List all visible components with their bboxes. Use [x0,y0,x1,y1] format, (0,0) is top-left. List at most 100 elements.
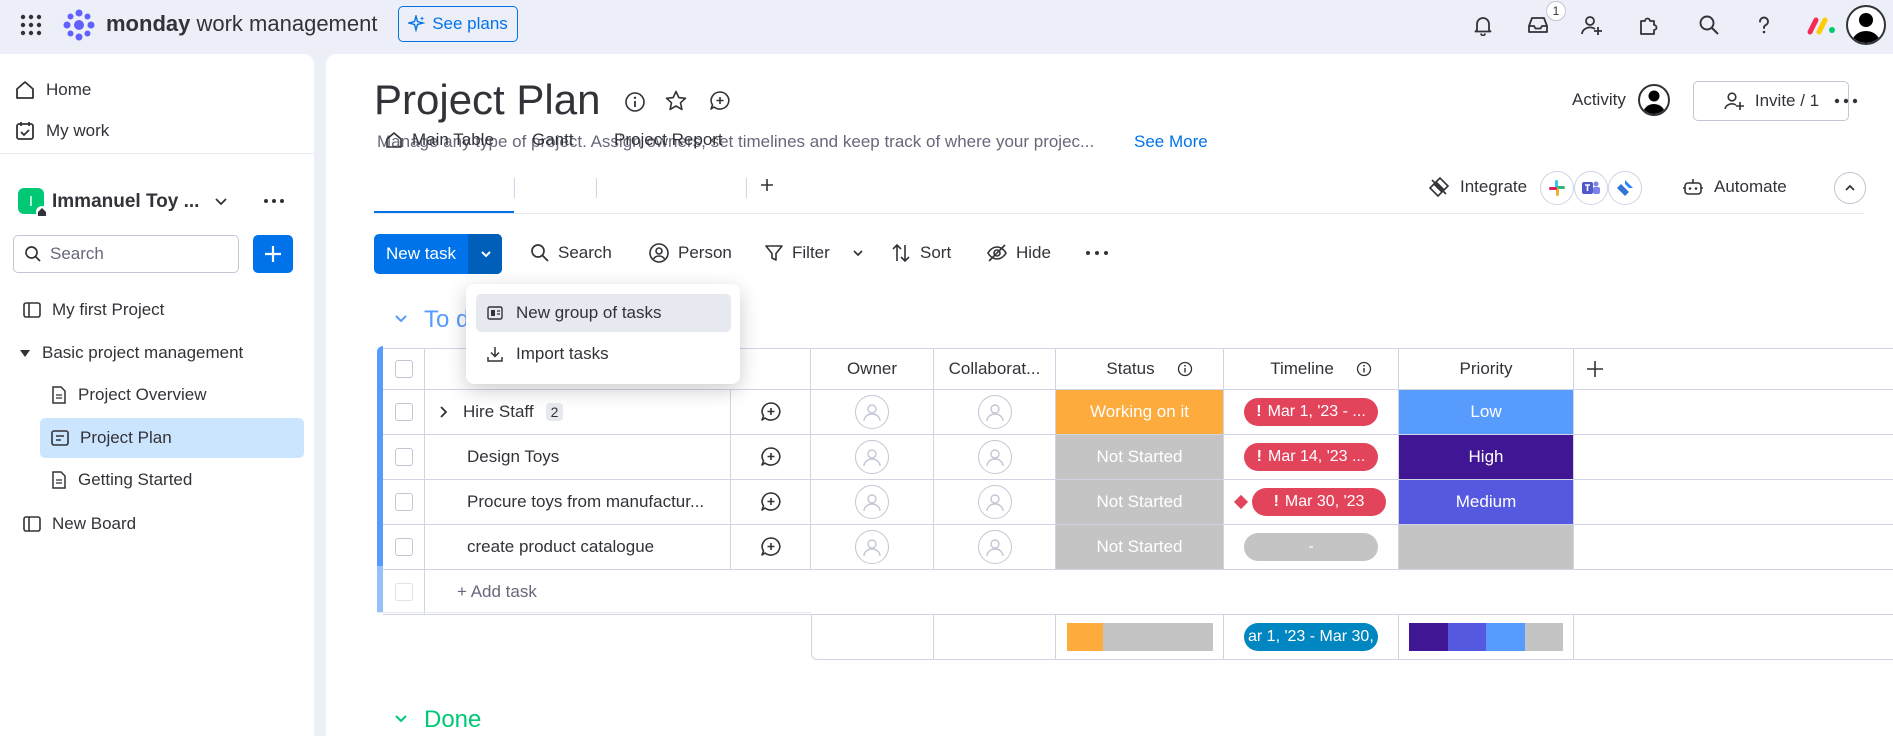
column-header-timeline[interactable]: Timeline [1224,348,1399,390]
filter-tool[interactable]: Filter [764,236,830,270]
workspace-chevron-down-icon[interactable] [212,192,230,210]
updates-cell[interactable] [730,435,811,480]
collaborators-cell[interactable] [934,390,1056,435]
updates-cell[interactable] [730,390,811,435]
sidebar-search-input[interactable]: Search [13,235,239,273]
activity-label[interactable]: Activity [1572,90,1626,110]
timeline-cell[interactable]: - [1224,525,1399,570]
info-icon[interactable] [1177,361,1193,377]
notifications-bell-icon[interactable] [1466,10,1500,40]
automate-label[interactable]: Automate [1714,177,1787,197]
row-checkbox[interactable] [394,538,413,556]
slack-icon[interactable] [1540,171,1574,205]
add-item-button[interactable] [253,235,293,273]
owner-cell[interactable] [811,390,934,435]
priority-cell[interactable]: High [1399,435,1574,480]
owner-cell[interactable] [811,525,934,570]
sidebar-item-my-first-project[interactable]: My first Project [22,292,164,328]
sidebar-item-project-plan[interactable]: Project Plan [40,418,304,458]
sidebar-item-home[interactable]: Home [14,72,91,108]
table-row-item[interactable]: Design Toys [425,435,730,480]
item-name[interactable]: Procure toys from manufactur... [467,492,704,512]
column-header-status[interactable]: Status [1056,348,1224,390]
apps-grid-icon[interactable] [14,10,48,40]
row-checkbox[interactable] [394,448,413,466]
status-cell[interactable]: Not Started [1056,480,1224,525]
timeline-cell[interactable]: ! Mar 30, '23 [1224,480,1399,525]
summary-priority-cell[interactable] [1399,615,1574,660]
apps-marketplace-icon[interactable] [1631,10,1665,40]
star-icon[interactable] [664,89,688,113]
priority-cell[interactable] [1399,525,1574,570]
sidebar-item-new-board[interactable]: New Board [22,506,136,542]
integrate-label[interactable]: Integrate [1460,177,1527,197]
workspace-more-icon[interactable] [262,192,286,210]
new-task-dropdown-chevron-icon[interactable] [468,234,502,274]
see-plans-button[interactable]: See plans [398,6,518,42]
updates-chat-icon[interactable] [708,89,732,113]
column-header-collaborators[interactable]: Collaborat... [934,348,1056,390]
collaborators-cell[interactable] [934,480,1056,525]
user-avatar[interactable] [1846,5,1886,45]
activity-avatar[interactable] [1638,84,1670,116]
menu-item-import-tasks[interactable]: Import tasks [476,335,731,373]
integrate-icon[interactable] [1428,176,1450,198]
table-row-item[interactable]: Procure toys from manufactur... [425,480,730,525]
collaborators-cell[interactable] [934,525,1056,570]
timeline-cell[interactable]: ! Mar 14, '23 ... [1224,435,1399,480]
sidebar-item-my-work[interactable]: My work [14,113,109,149]
toolbar-more-icon[interactable] [1084,244,1110,262]
info-icon[interactable] [1356,361,1372,377]
page-title[interactable]: Project Plan [374,76,600,124]
expand-subitems-chevron-icon[interactable] [435,404,451,420]
info-icon[interactable] [624,91,646,113]
board-more-icon[interactable] [1832,92,1860,110]
tab-project-report[interactable]: Project Report [614,122,723,158]
row-checkbox[interactable] [394,493,413,511]
done-group-chevron-icon[interactable] [392,710,410,728]
collapse-header-chevron-up-icon[interactable] [1834,172,1866,204]
item-name[interactable]: create product catalogue [467,537,654,557]
search-icon[interactable] [1692,10,1726,40]
menu-item-new-group[interactable]: New group of tasks [476,294,731,332]
filter-chevron-down-icon[interactable] [850,245,866,261]
sidebar-item-project-overview[interactable]: Project Overview [40,375,304,415]
done-group-title[interactable]: Done [424,706,481,734]
workspace-name[interactable]: Immanuel Toy ... [52,188,199,216]
select-all-checkbox[interactable] [394,360,413,378]
collaborators-cell[interactable] [934,435,1056,480]
sort-tool[interactable]: Sort [890,236,951,270]
column-header-owner[interactable]: Owner [811,348,934,390]
tab-gantt[interactable]: Gantt [532,122,574,158]
row-checkbox[interactable] [394,403,413,421]
sidebar-folder-basic-project-management[interactable]: Basic project management [18,335,243,371]
subitems-count-badge[interactable]: 2 [545,403,564,421]
summary-timeline-cell[interactable]: ar 1, '23 - Mar 30, '2 [1224,615,1399,660]
sidebar-item-getting-started[interactable]: Getting Started [40,460,304,500]
jira-icon[interactable] [1608,171,1642,205]
status-cell[interactable]: Working on it [1056,390,1224,435]
owner-cell[interactable] [811,435,934,480]
person-filter-tool[interactable]: Person [648,236,732,270]
invite-members-icon[interactable] [1575,10,1609,40]
robot-automate-icon[interactable] [1682,177,1704,199]
tab-main-table[interactable]: Main Table [384,122,494,158]
group-collapse-chevron-icon[interactable] [392,310,410,328]
group-title[interactable]: To d [424,306,469,334]
status-cell[interactable]: Not Started [1056,525,1224,570]
help-icon[interactable] [1747,10,1781,40]
monday-products-icon[interactable] [1804,10,1840,40]
hide-tool[interactable]: Hide [986,236,1051,270]
search-tool[interactable]: Search [530,236,612,270]
add-column-plus-icon[interactable] [1584,358,1606,380]
invite-button[interactable]: Invite / 1 [1693,81,1849,121]
updates-cell[interactable] [730,525,811,570]
new-task-button[interactable]: New task [374,234,468,274]
owner-cell[interactable] [811,480,934,525]
summary-status-cell[interactable] [1056,615,1224,660]
see-more-link[interactable]: See More [1134,132,1208,152]
timeline-cell[interactable]: ! Mar 1, '23 - ... [1224,390,1399,435]
priority-cell[interactable]: Medium [1399,480,1574,525]
add-task-row[interactable]: + Add task [425,570,1893,615]
column-header-priority[interactable]: Priority [1399,348,1574,390]
